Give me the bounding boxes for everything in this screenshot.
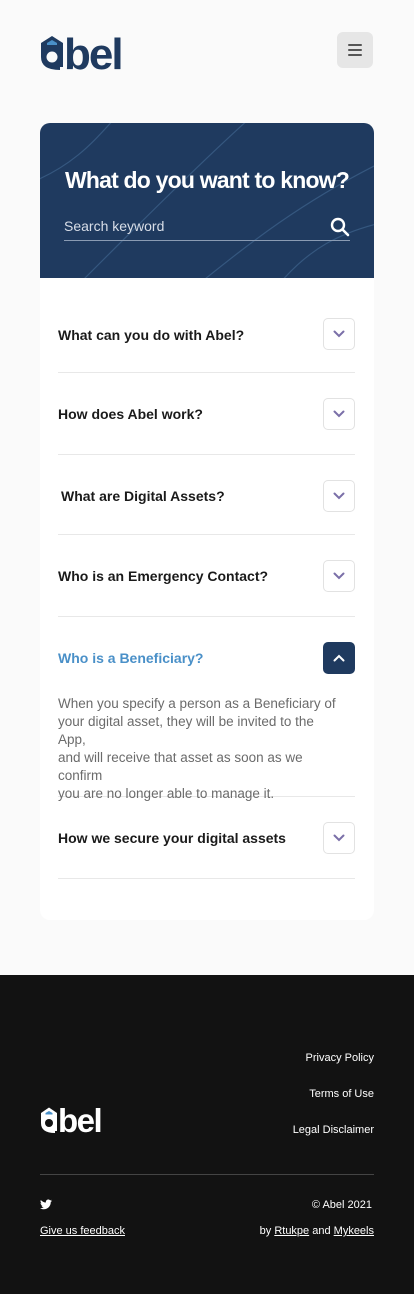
search-icon[interactable] <box>330 217 350 237</box>
feedback-link[interactable]: Give us feedback <box>40 1225 125 1237</box>
faq-question[interactable]: What can you do with Abel? <box>58 326 244 344</box>
faq-item: How does Abel work? <box>58 373 355 455</box>
menu-button[interactable] <box>337 32 373 68</box>
decorative-waves <box>40 123 374 278</box>
expand-toggle[interactable] <box>323 822 355 854</box>
svg-text:bel: bel <box>58 1102 101 1134</box>
collapse-toggle[interactable] <box>323 642 355 674</box>
expand-toggle[interactable] <box>323 318 355 350</box>
faq-answer: When you specify a person as a Beneficia… <box>58 696 336 801</box>
author-link-rtukpe[interactable]: Rtukpe <box>274 1225 309 1237</box>
copyright: © Abel 2021 <box>311 1199 372 1211</box>
hero-title: What do you want to know? <box>64 167 350 193</box>
expand-toggle[interactable] <box>323 480 355 512</box>
faq-item-expanded: Who is a Beneficiary? When you specify a… <box>58 617 355 801</box>
faq-question[interactable]: What are Digital Assets? <box>61 487 225 505</box>
search-bar <box>64 213 350 241</box>
faq-hero: What do you want to know? <box>40 123 374 278</box>
hamburger-icon <box>348 44 362 46</box>
privacy-policy-link[interactable]: Privacy Policy <box>306 1052 374 1064</box>
faq-item: How we secure your digital assets <box>58 797 355 879</box>
faq-question[interactable]: Who is an Emergency Contact? <box>58 567 268 585</box>
search-input[interactable] <box>64 215 314 237</box>
abel-logo[interactable]: bel <box>40 29 144 71</box>
chevron-down-icon <box>333 330 345 338</box>
expand-toggle[interactable] <box>323 560 355 592</box>
legal-disclaimer-link[interactable]: Legal Disclaimer <box>293 1124 374 1136</box>
faq-question[interactable]: Who is a Beneficiary? <box>58 649 203 667</box>
svg-text:bel: bel <box>64 30 122 71</box>
twitter-icon[interactable] <box>40 1199 52 1210</box>
credits: by Rtukpe and Mykeels <box>259 1225 374 1237</box>
author-link-mykeels[interactable]: Mykeels <box>334 1225 374 1237</box>
site-header: bel <box>0 0 414 100</box>
expand-toggle[interactable] <box>323 398 355 430</box>
faq-item: What can you do with Abel? <box>58 278 355 373</box>
faq-question[interactable]: How we secure your digital assets <box>58 829 286 847</box>
chevron-down-icon <box>333 834 345 842</box>
faq-card: What do you want to know? What can you d… <box>40 123 374 920</box>
faq-item: Who is an Emergency Contact? <box>58 535 355 617</box>
terms-of-use-link[interactable]: Terms of Use <box>309 1088 374 1100</box>
chevron-down-icon <box>333 410 345 418</box>
footer-divider <box>40 1174 374 1175</box>
chevron-down-icon <box>333 492 345 500</box>
faq-item: What are Digital Assets? <box>58 455 355 535</box>
abel-logo[interactable]: bel <box>40 1102 118 1134</box>
site-footer: bel Privacy Policy Terms of Use Legal Di… <box>0 975 414 1294</box>
chevron-up-icon <box>333 654 345 662</box>
faq-question[interactable]: How does Abel work? <box>58 405 203 423</box>
chevron-down-icon <box>333 572 345 580</box>
